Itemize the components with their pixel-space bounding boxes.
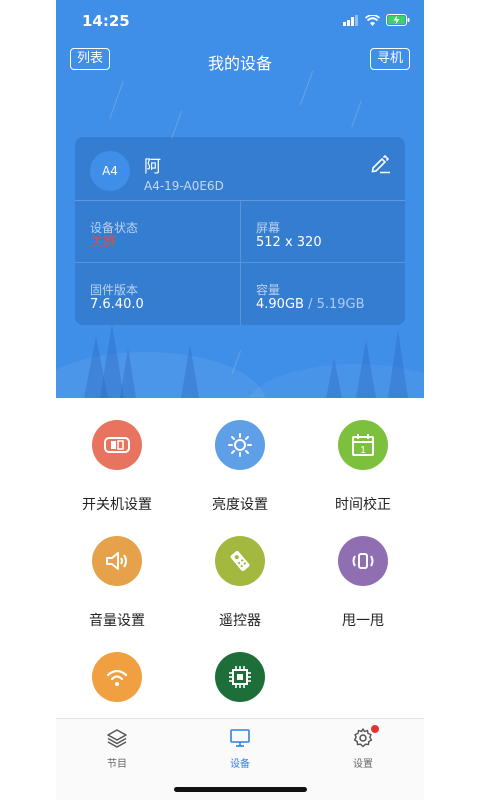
device-id: A4-19-A0E6D xyxy=(144,179,224,193)
status-time: 14:25 xyxy=(82,12,130,30)
power-schedule-button[interactable]: 开关机设置 xyxy=(56,420,178,514)
scenery-illustration xyxy=(56,324,424,398)
remote-control-label: 遥控器 xyxy=(219,613,261,629)
tab-devices-label: 设备 xyxy=(230,759,250,770)
header-area: 14:25 列表 我的设备 寻机 A4 阿 A4-19-A0E6D 设备状态 关… xyxy=(56,0,424,398)
shake-icon xyxy=(338,536,388,586)
status-label: 设备状态 xyxy=(90,221,139,235)
volume-icon xyxy=(92,536,142,586)
tab-settings[interactable]: 设置 xyxy=(302,725,424,770)
firmware-cell: 固件版本 7.6.40.0 xyxy=(75,263,240,325)
capacity-separator: / xyxy=(308,297,313,312)
tab-programs[interactable]: 节目 xyxy=(56,727,178,770)
time-sync-label: 时间校正 xyxy=(335,497,391,513)
firmware-value: 7.6.40.0 xyxy=(90,297,144,312)
tab-settings-label: 设置 xyxy=(353,759,373,770)
time-sync-button[interactable]: 1 时间校正 xyxy=(302,420,424,514)
remote-control-button[interactable]: 遥控器 xyxy=(179,536,301,630)
brightness-label: 亮度设置 xyxy=(212,497,268,513)
home-indicator xyxy=(174,787,307,792)
hardware-info-button[interactable] xyxy=(179,652,301,702)
layers-icon xyxy=(107,729,127,748)
edit-icon[interactable] xyxy=(369,153,391,175)
shake-button[interactable]: 甩一甩 xyxy=(302,536,424,630)
monitor-icon xyxy=(230,729,250,747)
screen-label: 屏幕 xyxy=(256,221,281,235)
device-info-grid: 设备状态 关屏 屏幕 512 x 320 固件版本 7.6.40.0 容量 4.… xyxy=(75,201,405,325)
device-avatar: A4 xyxy=(90,151,130,191)
battery-charging-icon xyxy=(386,14,410,26)
status-cell: 设备状态 关屏 xyxy=(75,201,240,263)
power-schedule-label: 开关机设置 xyxy=(82,497,152,513)
signal-icon xyxy=(343,14,358,26)
remote-control-icon xyxy=(215,536,265,586)
status-bar: 14:25 xyxy=(56,0,424,44)
wifi-status-icon xyxy=(365,14,380,26)
phone-screen: 14:25 列表 我的设备 寻机 A4 阿 A4-19-A0E6D 设备状态 关… xyxy=(56,0,424,800)
chip-icon xyxy=(215,652,265,702)
tab-programs-label: 节目 xyxy=(107,759,127,770)
device-card-header: A4 阿 A4-19-A0E6D xyxy=(75,137,405,201)
function-grid: 开关机设置 亮度设置 1 时间校正 音量设置 遥控器 甩一甩 xyxy=(56,398,424,718)
find-device-button[interactable]: 寻机 xyxy=(369,48,410,70)
device-name: 阿 xyxy=(144,157,161,177)
device-card[interactable]: A4 阿 A4-19-A0E6D 设备状态 关屏 屏幕 512 x 320 固件… xyxy=(75,137,405,325)
calendar-icon: 1 xyxy=(338,420,388,470)
firmware-label: 固件版本 xyxy=(90,283,139,297)
navigation-bar: 列表 我的设备 寻机 xyxy=(56,46,424,73)
screen-value: 512 x 320 xyxy=(256,235,322,250)
screen-cell: 屏幕 512 x 320 xyxy=(240,201,405,263)
volume-button[interactable]: 音量设置 xyxy=(56,536,178,630)
page-title: 我的设备 xyxy=(207,54,272,73)
tab-devices[interactable]: 设备 xyxy=(179,727,301,770)
wifi-icon xyxy=(92,652,142,702)
power-switch-icon xyxy=(92,420,142,470)
status-value: 关屏 xyxy=(90,235,117,250)
capacity-used: 4.90GB xyxy=(256,297,304,312)
brightness-button[interactable]: 亮度设置 xyxy=(179,420,301,514)
capacity-cell: 容量 4.90GB / 5.19GB xyxy=(240,263,405,325)
capacity-total: 5.19GB xyxy=(316,297,365,312)
wifi-settings-button[interactable] xyxy=(56,652,178,702)
capacity-label: 容量 xyxy=(256,283,281,297)
shake-label: 甩一甩 xyxy=(342,613,384,629)
volume-label: 音量设置 xyxy=(89,613,145,629)
notification-dot xyxy=(371,725,379,733)
capacity-value: 4.90GB / 5.19GB xyxy=(256,297,405,313)
svg-text:1: 1 xyxy=(360,445,366,456)
brightness-icon xyxy=(215,420,265,470)
